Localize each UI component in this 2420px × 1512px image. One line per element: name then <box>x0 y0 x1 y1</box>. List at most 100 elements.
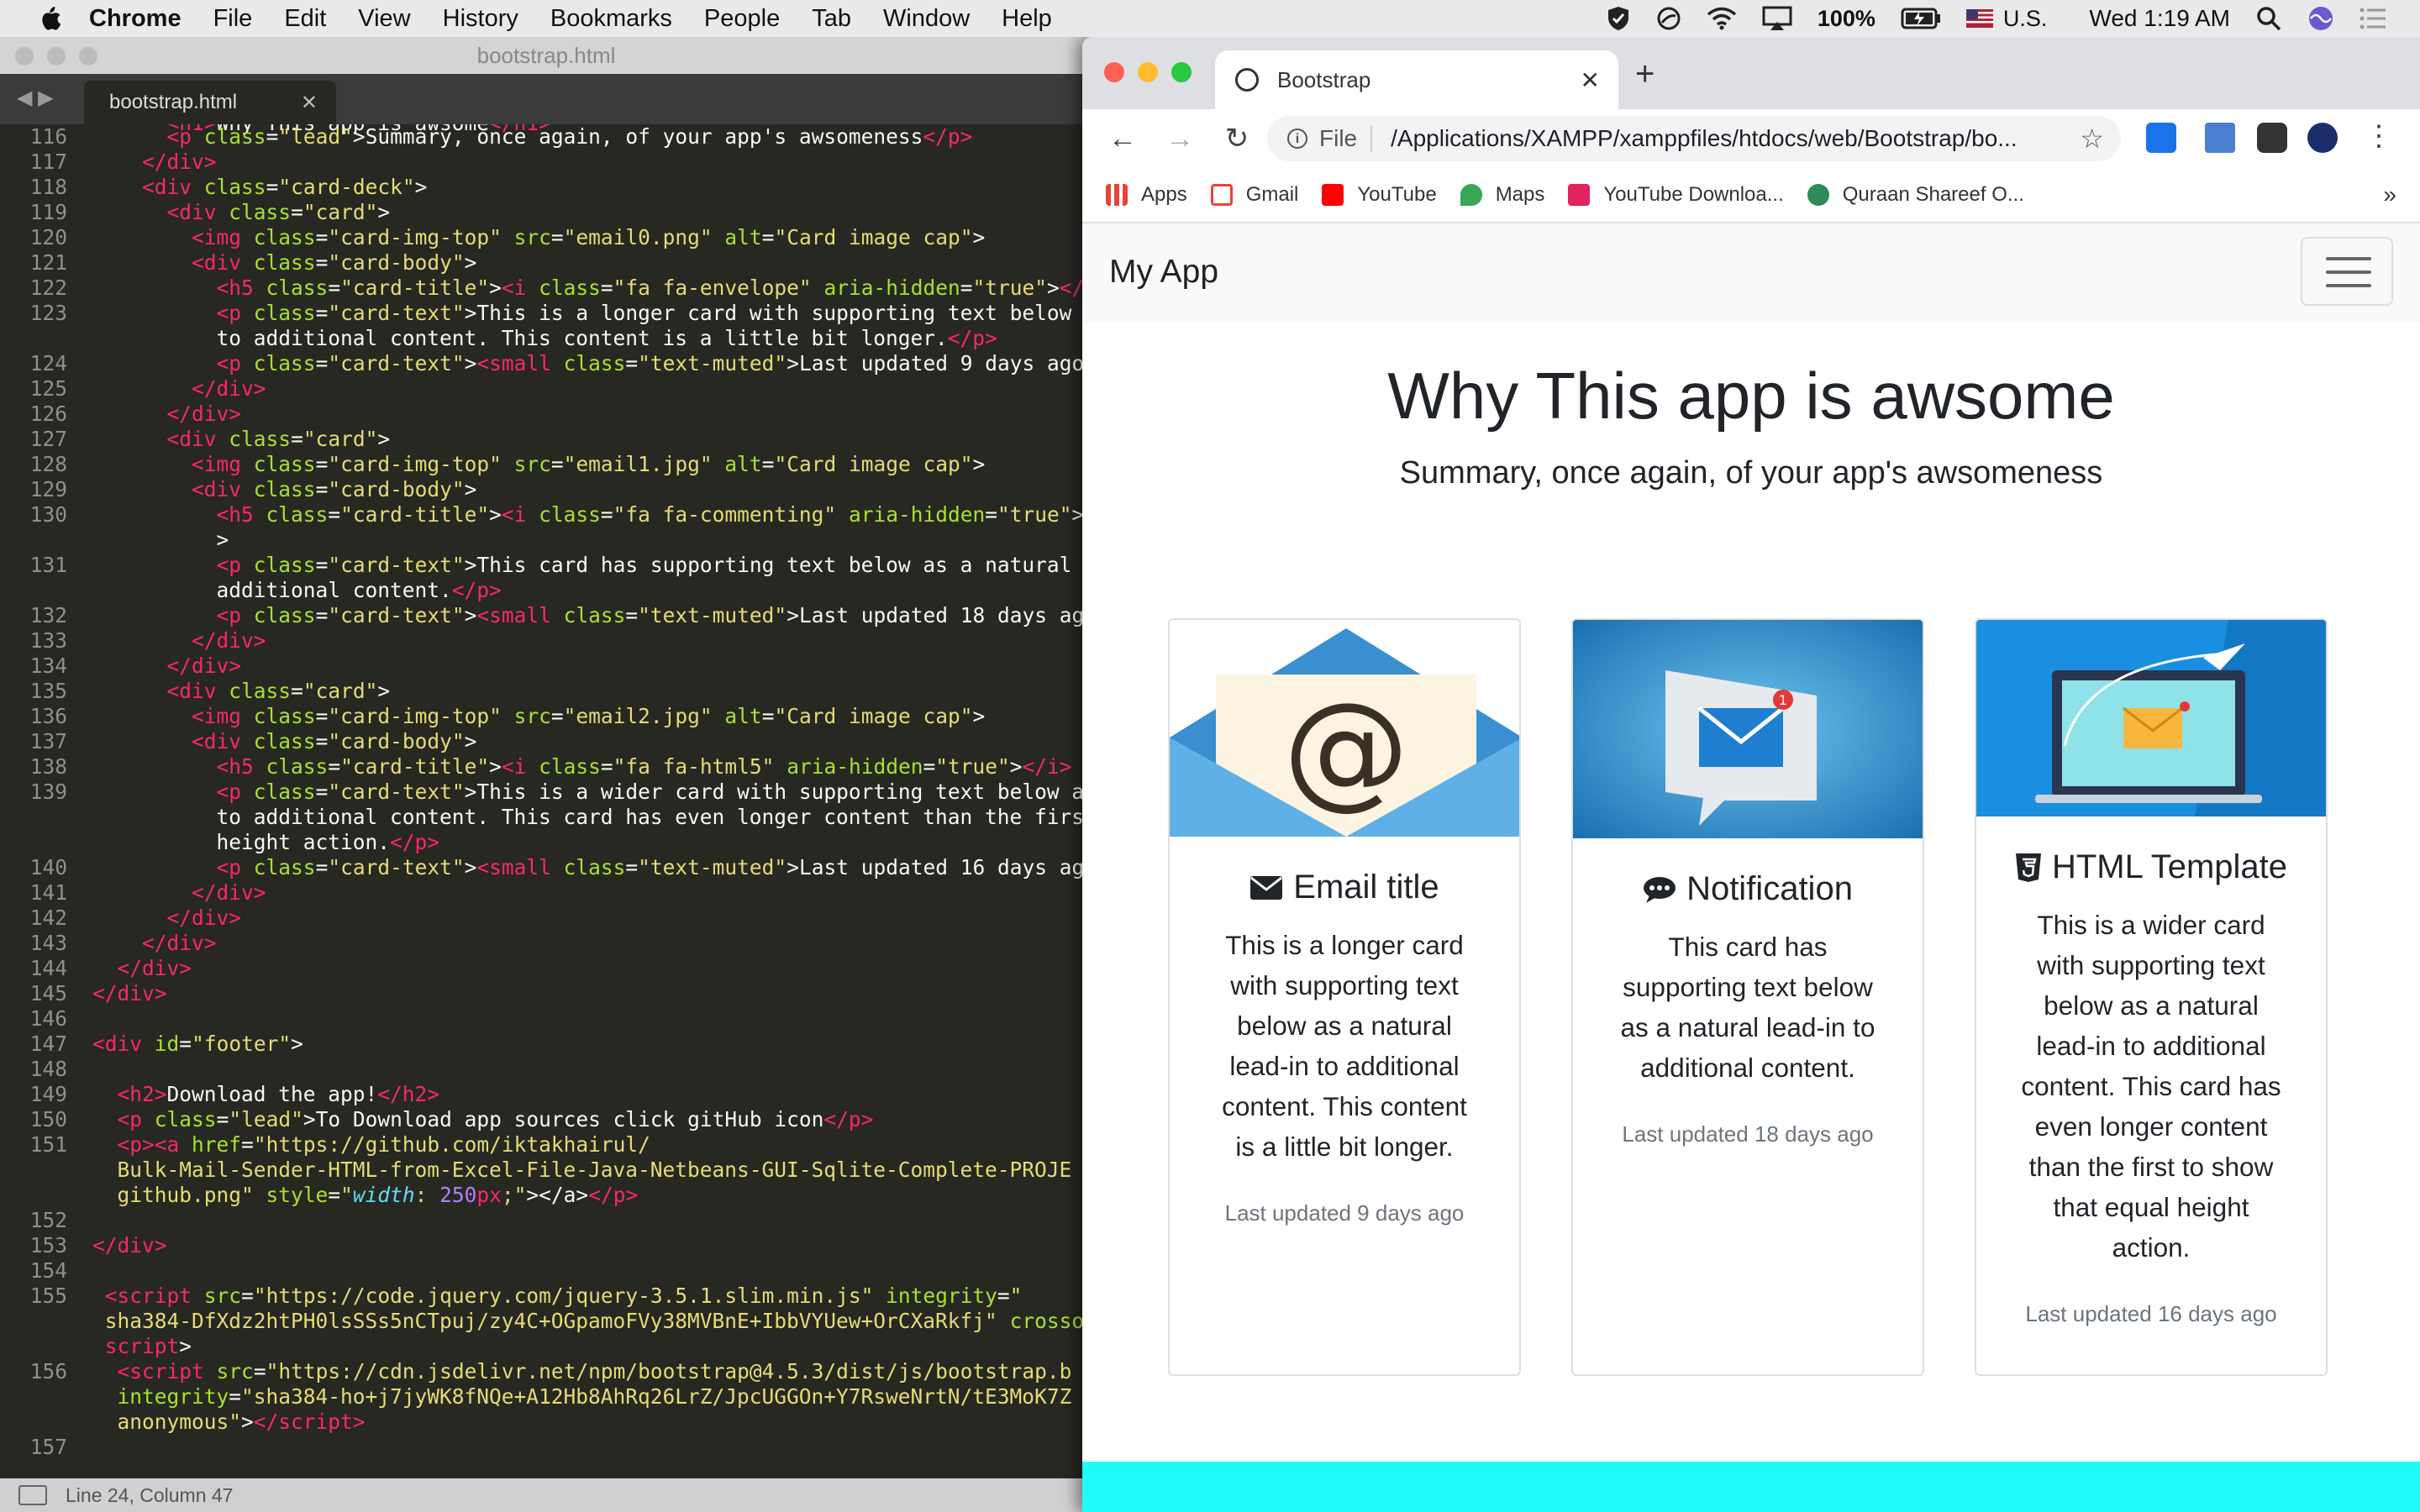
panel-toggle-icon[interactable] <box>18 1485 47 1505</box>
menu-edit[interactable]: Edit <box>284 5 326 33</box>
bookmark-maps[interactable]: Maps <box>1460 183 1545 207</box>
maps-pin-icon <box>1460 184 1482 206</box>
code-line: <img class="card-img-top" src="email0.pn… <box>192 225 986 249</box>
code-line: <p class="card-text"><small class="text-… <box>216 351 1092 375</box>
forward-icon[interactable]: → <box>1163 123 1197 155</box>
address-bar[interactable]: i File /Applications/XAMPP/xamppfiles/ht… <box>1267 116 2121 161</box>
code-line: sha384-DfXdz2htPH0lsSSs5nCTpuj/zy4C+OGpa… <box>104 1309 1092 1333</box>
battery-icon[interactable] <box>1901 8 1941 29</box>
extension-calendar-icon[interactable] <box>2146 123 2176 153</box>
card-updated: Last updated 16 days ago <box>2025 1301 2277 1326</box>
menu-view[interactable]: View <box>358 5 410 33</box>
menu-help[interactable]: Help <box>1002 5 1052 33</box>
browser-window: Bootstrap ✕ + ← → ↻ i File /Applications… <box>1082 37 2420 1512</box>
url-text[interactable]: /Applications/XAMPP/xamppfiles/htdocs/we… <box>1391 125 2063 152</box>
info-icon[interactable]: i <box>1287 129 1307 149</box>
quraan-icon <box>1807 184 1829 206</box>
bookmark-quraan[interactable]: Quraan Shareef O... <box>1807 183 2024 207</box>
browser-zoom-button[interactable] <box>1171 62 1192 82</box>
code-line: <h5 class="card-title"><i class="fa fa-h… <box>216 754 1092 779</box>
scheme-chip[interactable]: File <box>1319 125 1373 152</box>
youtube-icon <box>1322 184 1344 206</box>
menu-people[interactable]: People <box>704 5 780 33</box>
code-line: </div> <box>142 150 217 174</box>
new-tab-button[interactable]: + <box>1635 55 1655 93</box>
code-line: height action.</p> <box>92 830 440 854</box>
gmail-icon <box>1210 184 1233 206</box>
airplay-icon[interactable] <box>1762 6 1792 31</box>
code-line: </div> <box>142 931 217 955</box>
bookmark-gmail[interactable]: Gmail <box>1210 183 1298 207</box>
menu-tab[interactable]: Tab <box>812 5 851 33</box>
close-icon[interactable]: ✕ <box>301 91 318 115</box>
envelope-icon <box>1250 875 1283 900</box>
hamburger-menu-icon[interactable] <box>2301 237 2393 306</box>
code-line: </div> <box>166 906 242 930</box>
us-flag-icon <box>1965 9 1993 28</box>
bookmark-apps[interactable]: Apps <box>1106 183 1187 207</box>
bookmark-star-icon[interactable]: ☆ <box>2080 123 2104 155</box>
browser-tab[interactable]: Bootstrap ✕ <box>1215 50 1618 109</box>
code-area[interactable]: <h1>Why This app is awsome</h1> 116 <p c… <box>0 124 1092 1499</box>
card-title: HTML Template <box>1976 848 2326 886</box>
code-line: <div class="card-body"> <box>192 477 477 501</box>
browser-close-button[interactable] <box>1104 62 1124 82</box>
code-line: </div> <box>92 1233 167 1257</box>
battery-percent: 100% <box>1817 5 1876 31</box>
apple-icon[interactable] <box>34 4 64 33</box>
bookmark-label: Maps <box>1495 183 1545 206</box>
more-bookmarks-icon[interactable]: » <box>2383 181 2396 208</box>
code-line: <p class="lead">Summary, once again, of … <box>166 124 973 149</box>
tab-nav-arrows-icon[interactable]: ◀ ▶ <box>17 86 54 110</box>
shield-icon[interactable] <box>1606 5 1631 32</box>
menu-app-name[interactable]: Chrome <box>89 5 182 33</box>
extensions-puzzle-icon[interactable] <box>2257 123 2287 153</box>
notification-center-icon[interactable] <box>2360 7 2386 30</box>
editor-tab[interactable]: bootstrap.html ✕ <box>84 81 336 124</box>
bookmark-youtube[interactable]: YouTube <box>1322 183 1437 207</box>
footer <box>1082 1462 2420 1512</box>
code-line: anonymous"></script> <box>117 1410 366 1434</box>
editor-close-button[interactable] <box>15 47 34 66</box>
spotlight-search-icon[interactable] <box>2255 5 2282 32</box>
code-line: <div id="footer"> <box>92 1032 303 1056</box>
block-icon[interactable] <box>1656 6 1681 31</box>
code-line: <script src="https://cdn.jsdelivr.net/np… <box>117 1359 1072 1383</box>
globe-icon <box>1235 68 1259 92</box>
profile-avatar-icon[interactable] <box>2307 123 2338 153</box>
clock[interactable]: Wed 1:19 AM <box>2089 5 2230 32</box>
code-line: <div class="card-deck"> <box>142 175 428 199</box>
bookmark-label: YouTube <box>1357 183 1437 206</box>
menu-bookmarks[interactable]: Bookmarks <box>550 5 672 33</box>
code-line: <div class="card"> <box>166 679 391 703</box>
code-line: integrity="sha384-ho+j7jyWK8fNQe+A12Hb8A… <box>117 1384 1072 1409</box>
extension-arrow-icon[interactable] <box>2205 123 2235 153</box>
card-text: This is a longer card with supporting te… <box>1222 930 1467 1162</box>
close-tab-icon[interactable]: ✕ <box>1581 66 1600 94</box>
menu-kebab-icon[interactable]: ⋮ <box>2365 119 2393 153</box>
navbar: My App <box>1082 223 2420 323</box>
bookmark-youtube-downloader[interactable]: YouTube Downloa... <box>1568 183 1784 207</box>
notification-image: 1 <box>1573 620 1923 838</box>
code-line: </div> <box>166 402 242 426</box>
reload-icon[interactable]: ↻ <box>1220 122 1254 155</box>
navbar-brand[interactable]: My App <box>1109 254 1218 291</box>
menu-bar: Chrome File Edit View History Bookmarks … <box>0 0 2420 37</box>
editor-minimize-button[interactable] <box>47 47 66 66</box>
siri-icon[interactable] <box>2307 5 2334 32</box>
editor-zoom-button[interactable] <box>79 47 97 66</box>
page-lead: Summary, once again, of your app's awsom… <box>1399 455 2103 491</box>
wifi-icon[interactable] <box>1707 7 1737 30</box>
browser-minimize-button[interactable] <box>1138 62 1158 82</box>
download-icon <box>1568 184 1591 206</box>
back-icon[interactable]: ← <box>1106 123 1139 155</box>
menu-window[interactable]: Window <box>883 5 970 33</box>
bookmarks-bar: Apps Gmail YouTube Maps YouTube Downloa.… <box>1082 168 2420 223</box>
menu-file[interactable]: File <box>213 5 253 33</box>
html5-icon <box>2015 853 2041 882</box>
menu-history[interactable]: History <box>443 5 518 33</box>
input-source-label[interactable]: U.S. <box>2003 6 2048 32</box>
code-line: <p class="card-text">This is a longer ca… <box>216 301 1092 325</box>
card-text: This is a wider card with supporting tex… <box>2021 910 2281 1263</box>
card-updated: Last updated 9 days ago <box>1224 1200 1465 1226</box>
